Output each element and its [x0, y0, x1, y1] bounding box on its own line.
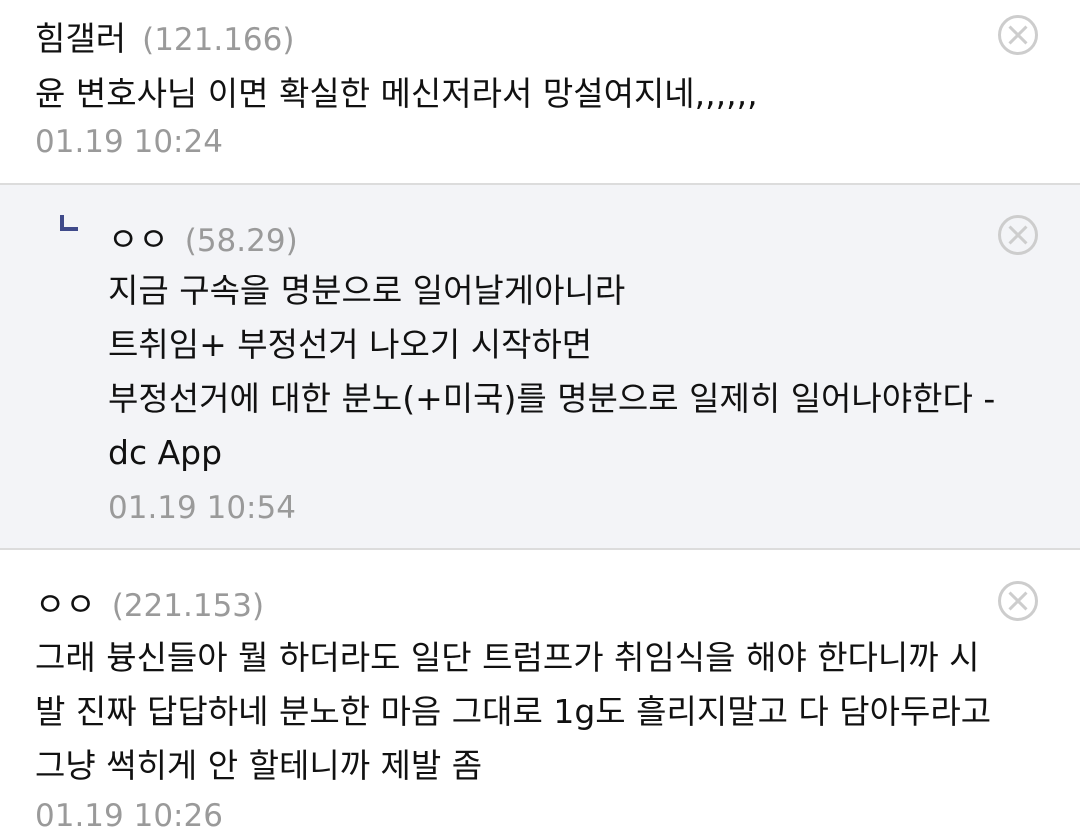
- delete-comment-button[interactable]: [998, 581, 1038, 621]
- reply-arrow-icon: [60, 215, 78, 231]
- comment-date: 01.19 10:26: [35, 798, 223, 834]
- comment-text: 그래 븅신들아 뭘 하더라도 일단 트럼프가 취임식을 해야 한다니까 시 발 …: [35, 631, 991, 793]
- comment-text-line: 지금 구속을 명분으로 일어날게아니라: [108, 271, 626, 310]
- comment-ip: (58.29): [184, 223, 298, 259]
- comment-nickname[interactable]: ㅇㅇ: [35, 578, 96, 626]
- comment-header: 힘갤러 (121.166): [35, 12, 294, 60]
- delete-comment-button[interactable]: [998, 215, 1038, 255]
- comment-item: 힘갤러 (121.166) 윤 변호사님 이면 확실한 메신저라서 망설여지네,…: [0, 0, 1080, 185]
- delete-comment-button[interactable]: [998, 15, 1038, 55]
- comment-text-line: 윤 변호사님 이면 확실한 메신저라서 망설여지네,,,,,,: [35, 74, 758, 113]
- comment-ip: (121.166): [142, 22, 295, 58]
- comment-nickname[interactable]: ㅇㅇ: [108, 213, 169, 261]
- comment-header: ㅇㅇ (58.29): [108, 213, 298, 261]
- comment-text-line: 그래 븅신들아 뭘 하더라도 일단 트럼프가 취임식을 해야 한다니까 시: [35, 638, 980, 677]
- comment-date: 01.19 10:24: [35, 124, 223, 160]
- comment-text-line: 발 진짜 답답하네 분노한 마음 그대로 1g도 흘리지말고 다 담아두라고: [35, 692, 992, 731]
- comment-text-line: 부정선거에 대한 분노(+미국)를 명분으로 일제히 일어나야한다 -: [108, 379, 996, 418]
- comment-date: 01.19 10:54: [108, 490, 296, 526]
- comment-nickname[interactable]: 힘갤러: [35, 12, 126, 60]
- comment-header: ㅇㅇ (221.153): [35, 578, 264, 626]
- comment-text: 지금 구속을 명분으로 일어날게아니라 트취임+ 부정선거 나오기 시작하면 부…: [108, 264, 995, 480]
- comment-text-line: 트취임+ 부정선거 나오기 시작하면: [108, 325, 593, 364]
- comment-text-line: dc App: [108, 433, 223, 472]
- comment-ip: (221.153): [111, 588, 265, 624]
- comment-item: ㅇㅇ (221.153) 그래 븅신들아 뭘 하더라도 일단 트럼프가 취임식을…: [0, 550, 1080, 840]
- comment-text-line: 그냥 썩히게 안 할테니까 제발 좀: [35, 746, 483, 785]
- comment-text: 윤 변호사님 이면 확실한 메신저라서 망설여지네,,,,,,: [35, 67, 758, 121]
- reply-comment-item: ㅇㅇ (58.29) 지금 구속을 명분으로 일어날게아니라 트취임+ 부정선거…: [0, 185, 1080, 550]
